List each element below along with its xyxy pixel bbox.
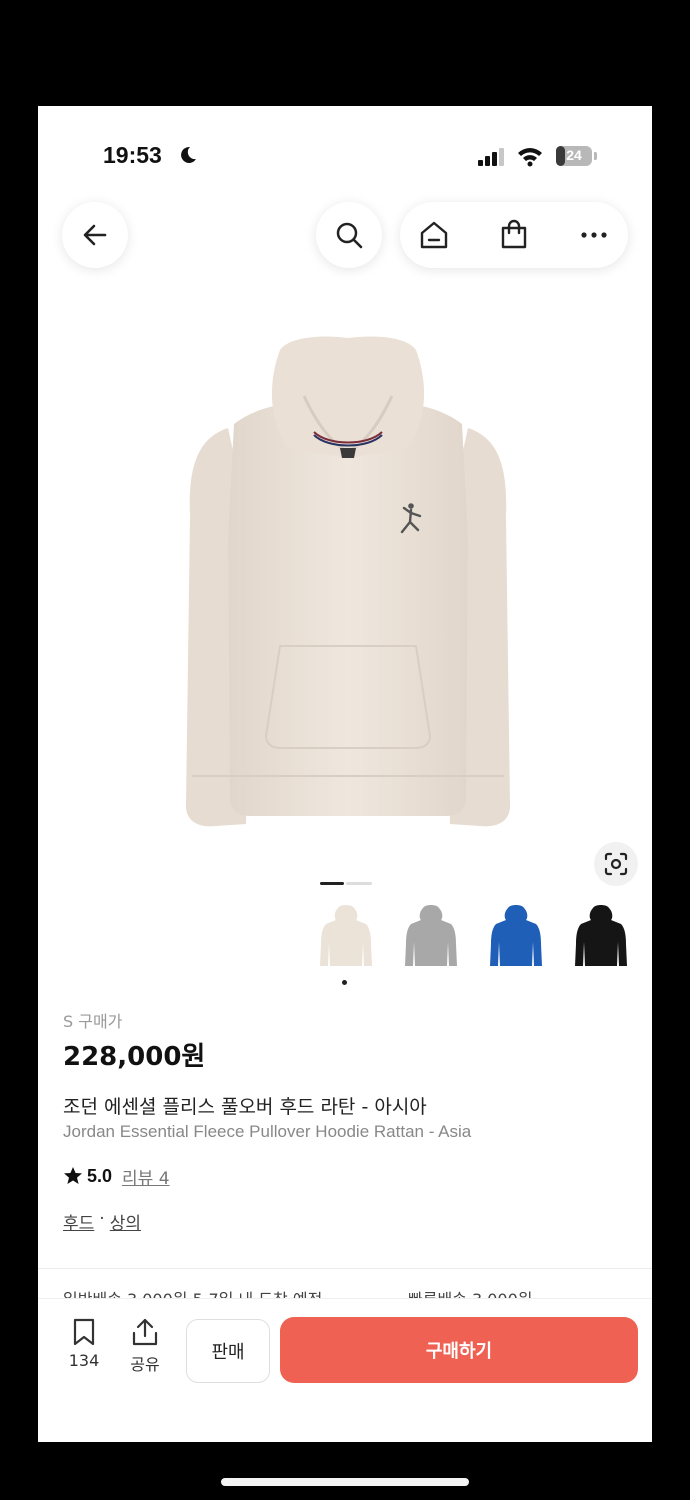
bookmark-count: 134 <box>68 1351 100 1370</box>
category-link[interactable]: 상의 <box>110 1209 141 1234</box>
home-button[interactable] <box>418 219 450 251</box>
share-button[interactable]: 공유 <box>120 1317 170 1375</box>
moon-icon <box>181 146 196 163</box>
status-time: 19:53 <box>103 142 162 168</box>
review-link[interactable]: 리뷰 4 <box>122 1164 170 1189</box>
pager-segment-active <box>320 882 344 885</box>
bookmark-icon <box>73 1318 95 1346</box>
color-thumbnail[interactable] <box>401 902 461 972</box>
price-label: S 구매가 <box>63 1012 123 1031</box>
battery-percent: 24 <box>566 147 582 163</box>
nav-actions <box>400 202 628 268</box>
category-separator: · <box>99 1209 105 1229</box>
home-icon <box>420 221 448 249</box>
image-search-button[interactable] <box>594 842 638 886</box>
arrow-left-icon <box>83 224 107 246</box>
buy-button[interactable]: 구매하기 <box>280 1317 638 1383</box>
product-name-korean: 조던 에센셜 플리스 풀오버 후드 라탄 - 아시아 <box>63 1096 427 1118</box>
bottom-action-bar: 134 공유 판매 구매하기 <box>38 1298 652 1442</box>
color-thumbnail[interactable] <box>571 902 631 972</box>
shopping-bag-icon <box>501 219 527 249</box>
divider <box>38 1268 652 1269</box>
product-image[interactable] <box>168 336 528 846</box>
category-link[interactable]: 후드 <box>63 1209 94 1234</box>
app-screen: 19:53 24 S 구매가 228,000원 조던 에센셜 플리스 풀오버 후… <box>38 106 652 1442</box>
back-button[interactable] <box>62 202 128 268</box>
wifi-icon <box>518 148 542 167</box>
rating-score: 5.0 <box>87 1165 113 1186</box>
product-rating: 5.0 리뷰 4 <box>63 1164 170 1189</box>
color-thumbnail[interactable] <box>486 902 546 972</box>
category-breadcrumb: 후드 · 상의 <box>63 1209 141 1234</box>
star-icon <box>64 1167 82 1184</box>
signal-icon <box>478 148 504 166</box>
color-thumbnails <box>310 902 652 992</box>
bag-button[interactable] <box>498 219 530 251</box>
search-icon <box>336 222 363 249</box>
product-price: 228,000원 <box>63 1042 206 1072</box>
product-name-english: Jordan Essential Fleece Pullover Hoodie … <box>63 1122 472 1141</box>
bookmark-button[interactable]: 134 <box>59 1317 109 1370</box>
color-thumbnail[interactable] <box>316 902 376 972</box>
share-label: 공유 <box>130 1355 160 1374</box>
selected-thumbnail-dot <box>342 980 347 985</box>
share-icon <box>132 1318 158 1346</box>
sell-button[interactable]: 판매 <box>186 1319 270 1383</box>
more-button[interactable] <box>578 219 610 251</box>
status-bar: 19:53 24 <box>38 136 652 176</box>
more-icon <box>581 232 607 238</box>
search-button[interactable] <box>316 202 382 268</box>
battery-indicator: 24 <box>556 146 598 166</box>
pager-segment <box>346 882 372 885</box>
image-pager <box>320 882 372 885</box>
home-indicator[interactable] <box>221 1478 469 1486</box>
lens-icon <box>604 852 628 876</box>
